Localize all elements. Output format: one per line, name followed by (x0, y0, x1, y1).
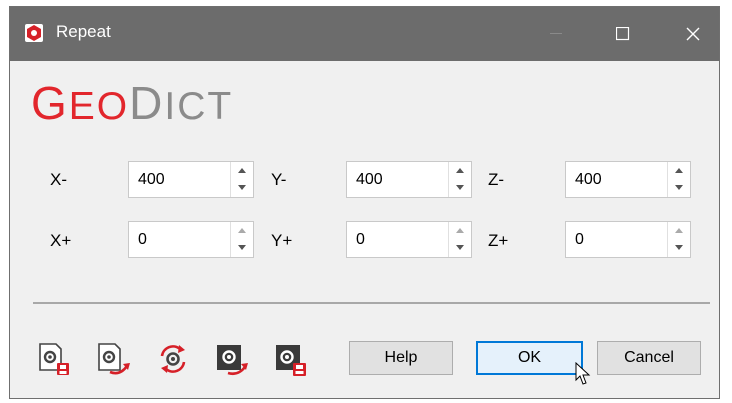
import-settings-icon[interactable] (273, 341, 309, 377)
spin-up-icon[interactable] (231, 162, 253, 179)
z-plus-spinbox[interactable] (565, 221, 691, 258)
spin-up-icon[interactable] (231, 222, 253, 239)
z-minus-stepper[interactable] (667, 162, 690, 197)
z-minus-input[interactable] (566, 162, 666, 197)
save-settings-icon[interactable] (96, 341, 132, 377)
y-minus-label: Y- (271, 170, 287, 189)
ok-button[interactable]: OK (476, 341, 583, 375)
cancel-button[interactable]: Cancel (597, 341, 701, 375)
window-title: Repeat (56, 22, 111, 41)
spin-up-icon[interactable] (668, 162, 690, 179)
spin-down-icon[interactable] (231, 239, 253, 256)
y-minus-stepper[interactable] (448, 162, 471, 197)
geodict-logo: GEODICT (31, 80, 233, 126)
x-plus-input[interactable] (129, 222, 229, 257)
y-minus-input[interactable] (347, 162, 447, 197)
logo-geo: GEO (31, 77, 130, 129)
x-minus-input[interactable] (129, 162, 229, 197)
minimize-icon (533, 7, 579, 61)
separator (33, 302, 710, 304)
x-minus-spinbox[interactable] (128, 161, 254, 198)
x-minus-stepper[interactable] (230, 162, 253, 197)
y-plus-input[interactable] (347, 222, 447, 257)
load-settings-icon[interactable] (37, 341, 73, 377)
z-minus-label: Z- (488, 170, 505, 189)
geodict-app-icon (25, 24, 43, 42)
x-plus-label: X+ (50, 231, 72, 250)
spin-up-icon[interactable] (668, 222, 690, 239)
y-plus-stepper[interactable] (448, 222, 471, 257)
close-button[interactable] (670, 7, 716, 61)
repeat-dialog: Repeat GEODICT X- Y- Z- (9, 6, 720, 399)
mouse-cursor-icon (575, 361, 591, 391)
spin-down-icon[interactable] (231, 179, 253, 196)
y-plus-label: Y+ (271, 231, 293, 250)
spin-up-icon[interactable] (449, 162, 471, 179)
logo-dict: DICT (129, 77, 234, 129)
spin-down-icon[interactable] (668, 239, 690, 256)
spin-down-icon[interactable] (449, 239, 471, 256)
spin-down-icon[interactable] (449, 179, 471, 196)
y-plus-spinbox[interactable] (346, 221, 472, 258)
spin-down-icon[interactable] (668, 179, 690, 196)
z-plus-input[interactable] (566, 222, 666, 257)
x-minus-label: X- (50, 170, 67, 189)
help-button[interactable]: Help (349, 341, 453, 375)
reset-settings-icon[interactable] (155, 341, 191, 377)
spin-up-icon[interactable] (449, 222, 471, 239)
title-bar[interactable]: Repeat (10, 7, 719, 61)
maximize-button[interactable] (600, 7, 646, 61)
x-plus-stepper[interactable] (230, 222, 253, 257)
z-minus-spinbox[interactable] (565, 161, 691, 198)
z-plus-label: Z+ (488, 231, 509, 250)
export-settings-icon[interactable] (214, 341, 250, 377)
z-plus-stepper[interactable] (667, 222, 690, 257)
x-plus-spinbox[interactable] (128, 221, 254, 258)
y-minus-spinbox[interactable] (346, 161, 472, 198)
